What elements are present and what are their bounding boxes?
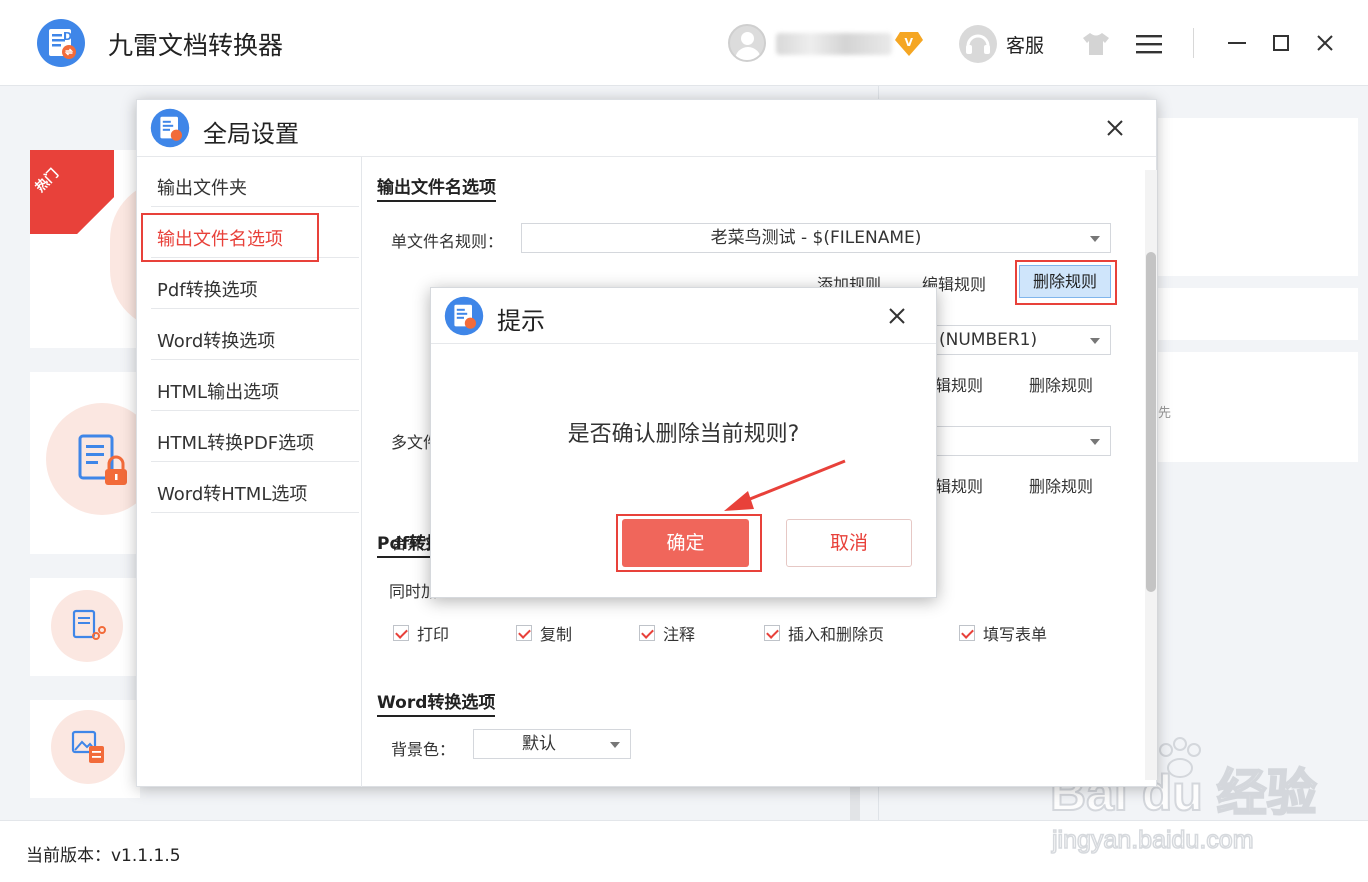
doc-lock-icon xyxy=(78,434,127,485)
confirm-header: 提示 xyxy=(431,288,936,344)
skin-shirt-icon[interactable] xyxy=(1082,32,1110,56)
single-rule-value: 老菜鸟测试 - $(FILENAME) xyxy=(710,228,922,248)
multi-delete-rule-button[interactable]: 删除规则 xyxy=(1029,372,1093,396)
nav-html-to-pdf[interactable]: HTML转换PDF选项 xyxy=(151,412,359,462)
checkbox-label: 注释 xyxy=(663,625,696,644)
merge-edit-rule-button[interactable]: 辑规则 xyxy=(935,473,983,497)
confirm-title: 提示 xyxy=(497,307,545,335)
checkbox-icon[interactable] xyxy=(959,625,975,641)
svg-text:jingyan.baidu.com: jingyan.baidu.com xyxy=(1051,826,1254,854)
multi-rule-value: (NUMBER1) xyxy=(939,330,1038,350)
nav-html-output[interactable]: HTML输出选项 xyxy=(151,361,359,411)
output-name-section-title: 输出文件名选项 xyxy=(377,173,496,202)
checkbox-insert-delete-pages[interactable]: 插入和删除页 xyxy=(764,621,884,645)
settings-scrollbar-thumb[interactable] xyxy=(1146,252,1156,592)
chevron-down-icon xyxy=(1090,236,1100,242)
app-title: 九雷文档转换器 xyxy=(108,31,284,60)
checkbox-label: 复制 xyxy=(540,625,573,644)
multi-edit-rule-button[interactable]: 辑规则 xyxy=(935,372,983,396)
svg-text:D: D xyxy=(63,30,72,43)
nav-word-to-html[interactable]: Word转HTML选项 xyxy=(151,463,359,513)
delete-rule-button[interactable]: 删除规则 xyxy=(1019,265,1111,298)
close-window-icon[interactable] xyxy=(1310,28,1340,58)
chevron-down-icon xyxy=(1090,338,1100,344)
customer-service-button[interactable]: 客服 xyxy=(958,24,1044,64)
checkbox-print[interactable]: 打印 xyxy=(393,621,449,645)
checkbox-icon[interactable] xyxy=(393,625,409,641)
checkbox-fill-forms[interactable]: 填写表单 xyxy=(959,621,1047,645)
confirm-close-icon[interactable] xyxy=(885,304,909,328)
right-panel-partial-text: 先 xyxy=(1158,406,1172,421)
vip-badge-icon: V xyxy=(895,32,923,56)
right-panel-info: 先 xyxy=(1158,352,1358,462)
version-label: 当前版本：v1.1.1.5 xyxy=(26,846,181,866)
checkbox-label: 打印 xyxy=(417,625,450,644)
merge-delete-rule-button[interactable]: 删除规则 xyxy=(1029,473,1093,497)
doc-split-icon xyxy=(72,609,106,640)
menu-icon[interactable] xyxy=(1136,34,1162,54)
checkbox-label: 填写表单 xyxy=(983,625,1048,644)
chevron-down-icon xyxy=(610,742,620,748)
merge-rule-select[interactable] xyxy=(933,426,1111,456)
multi-rule-select[interactable]: (NUMBER1) xyxy=(933,325,1111,355)
settings-title: 全局设置 xyxy=(203,120,299,148)
checkbox-icon[interactable] xyxy=(764,625,780,641)
title-separator xyxy=(1193,28,1194,58)
settings-close-icon[interactable] xyxy=(1103,116,1127,140)
minimize-icon[interactable] xyxy=(1222,28,1252,58)
checkbox-icon[interactable] xyxy=(516,625,532,641)
right-panel-card xyxy=(1158,118,1358,276)
svg-text:V: V xyxy=(905,36,914,49)
checkbox-copy[interactable]: 复制 xyxy=(516,621,572,645)
nav-pdf-convert[interactable]: Pdf转换选项 xyxy=(151,259,359,309)
right-panel-row xyxy=(1158,288,1358,340)
user-avatar[interactable] xyxy=(728,24,766,62)
chevron-down-icon xyxy=(1090,439,1100,445)
confirm-ok-button[interactable]: 确定 xyxy=(622,519,749,567)
settings-header: 全局设置 xyxy=(137,100,1156,157)
confirm-cancel-button[interactable]: 取消 xyxy=(786,519,912,567)
headset-icon xyxy=(959,25,997,63)
title-bar: D 九雷文档转换器 V 客服 xyxy=(0,0,1368,86)
bg-color-value: 默认 xyxy=(522,734,556,754)
bg-color-select[interactable]: 默认 xyxy=(473,729,631,759)
nav-output-folder[interactable]: 输出文件夹 xyxy=(151,157,359,207)
image-doc-icon xyxy=(71,730,104,763)
word-section-title: Word转换选项 xyxy=(377,688,496,717)
single-rule-label: 单文件名规则： xyxy=(391,232,504,251)
checkbox-annotate[interactable]: 注释 xyxy=(639,621,695,645)
annotation-arrow-icon xyxy=(724,459,846,511)
settings-logo-icon xyxy=(150,108,190,148)
confirm-logo-icon xyxy=(444,296,484,336)
customer-service-label: 客服 xyxy=(1006,34,1045,57)
confirm-message: 是否确认删除当前规则? xyxy=(567,422,800,447)
bg-color-label: 背景色： xyxy=(391,740,456,759)
checkbox-icon[interactable] xyxy=(639,625,655,641)
app-logo-icon: D xyxy=(37,19,85,67)
username-blurred[interactable] xyxy=(776,33,892,55)
nav-highlight-annotation xyxy=(141,213,319,262)
checkbox-label: 插入和删除页 xyxy=(788,625,885,644)
single-rule-select[interactable]: 老菜鸟测试 - $(FILENAME) xyxy=(521,223,1111,253)
nav-word-convert[interactable]: Word转换选项 xyxy=(151,310,359,360)
maximize-icon[interactable] xyxy=(1266,28,1296,58)
confirm-dialog: 提示 是否确认删除当前规则? 确定 取消 xyxy=(430,287,937,598)
